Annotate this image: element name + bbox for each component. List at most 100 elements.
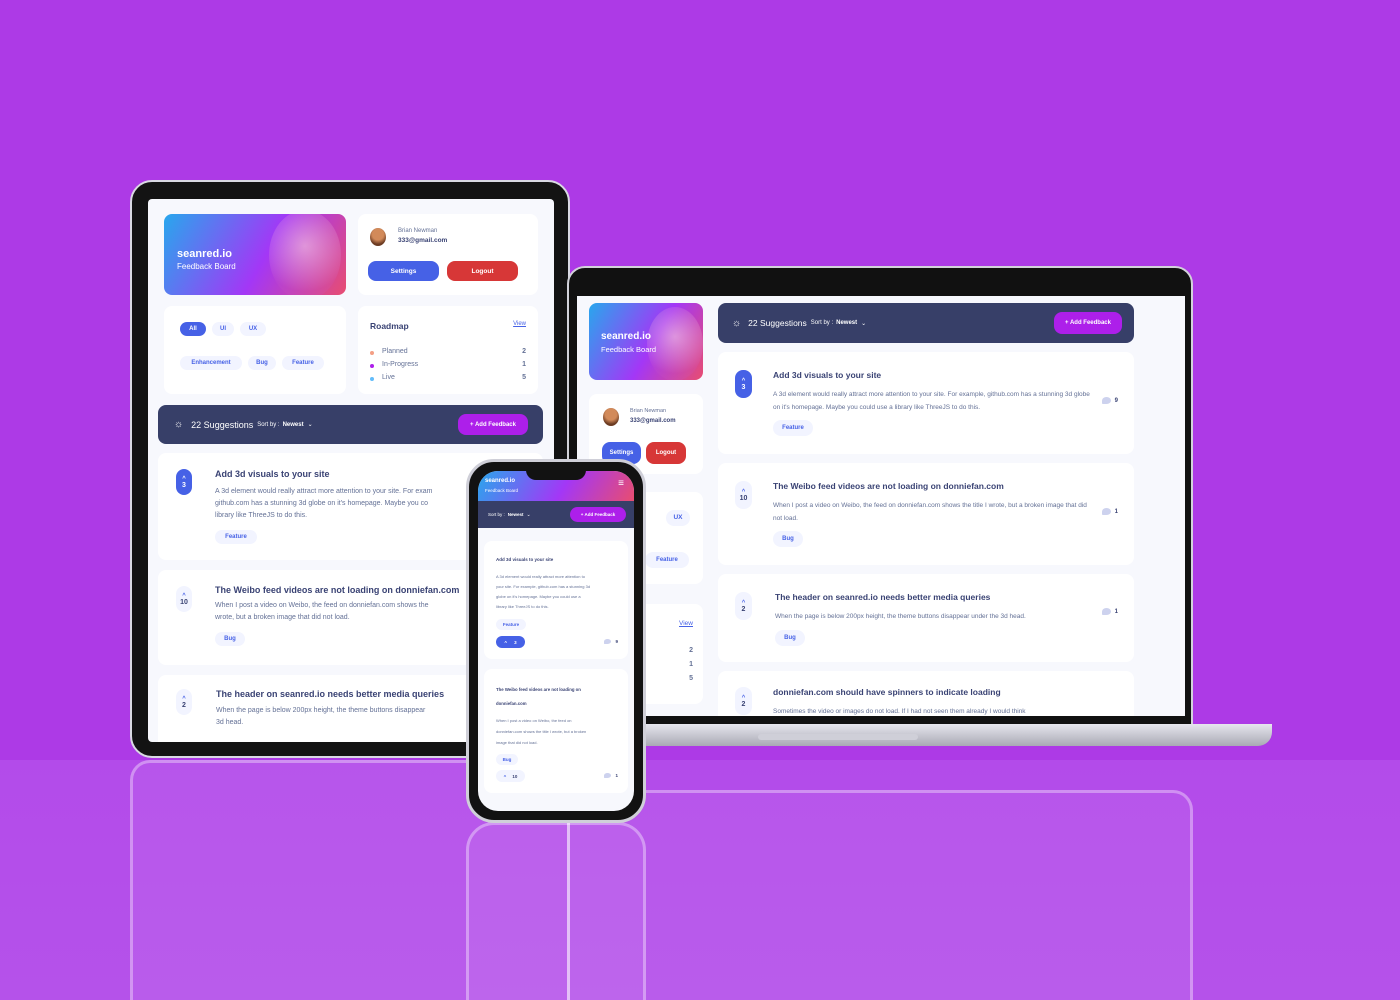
- upvote-button[interactable]: ^ 3: [176, 469, 192, 495]
- feedback-desc: When I post a video on Weibo, the feed o…: [773, 502, 1087, 522]
- feedback-tag[interactable]: Bug: [496, 754, 518, 765]
- filter-feature[interactable]: Feature: [645, 552, 689, 568]
- feedback-title[interactable]: Add 3d visuals to your site: [773, 370, 881, 380]
- sort-dropdown[interactable]: Newest: [836, 320, 857, 326]
- comment-number: 9: [615, 639, 618, 644]
- logout-button[interactable]: Logout: [447, 261, 518, 281]
- feedback-tag[interactable]: Bug: [215, 632, 245, 646]
- feedback-desc: Sometimes the video or images do not loa…: [773, 708, 1026, 715]
- filter-ui[interactable]: UI: [212, 322, 234, 336]
- upvote-button[interactable]: ^ 10: [735, 481, 752, 509]
- roadmap-title: Roadmap: [370, 321, 409, 331]
- filter-enhancement[interactable]: Enhancement: [180, 356, 242, 370]
- upvote-button[interactable]: ^ 3: [496, 636, 525, 648]
- feedback-desc-line: A 3d element would really attract more a…: [496, 574, 585, 579]
- comment-number: 9: [1114, 397, 1118, 404]
- feedback-card[interactable]: ^ 10 The Weibo feed videos are not loadin…: [718, 463, 1134, 565]
- feedback-title[interactable]: The Weibo feed videos are not loading on…: [215, 585, 459, 595]
- settings-button[interactable]: Settings: [368, 261, 439, 281]
- suggestions-count: 22 Suggestions: [748, 318, 807, 328]
- comment-icon: [604, 639, 612, 644]
- feedback-tag[interactable]: Feature: [215, 530, 257, 544]
- user-email: 333@gmail.com: [398, 237, 448, 244]
- roadmap-view-link[interactable]: View: [679, 620, 693, 627]
- feedback-desc: A 3d element would really attract more a…: [773, 391, 1090, 411]
- roadmap-live-count: 5: [522, 374, 526, 381]
- feedback-desc-line: globe on it's homepage. Maybe you could …: [496, 594, 581, 599]
- add-feedback-button[interactable]: + Add Feedback: [458, 414, 528, 435]
- brand-card: seanred.io Feedback Board: [164, 214, 346, 295]
- feedback-tag[interactable]: Bug: [773, 531, 803, 547]
- chevron-down-icon[interactable]: ⌄: [308, 421, 313, 428]
- feedback-desc-line: 3d head.: [216, 719, 244, 726]
- phone-device: seanred.io Feedback Board ≡ Sort by : Ne…: [466, 459, 646, 823]
- feedback-desc-line: donniefan.com shows the title I wrote, b…: [496, 729, 587, 734]
- laptop-reflection: [567, 790, 1193, 1000]
- comment-icon: [1101, 608, 1111, 615]
- vote-count: 2: [741, 700, 746, 708]
- feedback-title[interactable]: Add 3d visuals to your site: [496, 557, 553, 562]
- brand-title: seanred.io: [601, 331, 652, 342]
- hamburger-menu-icon[interactable]: ≡: [618, 479, 624, 489]
- roadmap-planned-label: Planned: [382, 348, 408, 355]
- laptop-base: [568, 724, 1272, 746]
- feedback-tag[interactable]: Feature: [773, 420, 813, 436]
- feedback-title[interactable]: Add 3d visuals to your site: [215, 469, 330, 479]
- feedback-card[interactable]: ^ 2 donniefan.com should have spinners to…: [718, 671, 1134, 716]
- sort-dropdown[interactable]: Newest: [283, 422, 304, 428]
- logout-button[interactable]: Logout: [646, 442, 686, 464]
- filter-bug[interactable]: Bug: [248, 356, 276, 370]
- user-card: Brian Newman 333@gmail.com Settings Logo…: [358, 214, 538, 295]
- feedback-title[interactable]: The Weibo feed videos are not loading on…: [773, 481, 1004, 491]
- lightbulb-icon: ☼: [732, 317, 742, 329]
- chevron-down-icon[interactable]: ⌄: [861, 320, 866, 327]
- sort-dropdown[interactable]: Newest: [508, 512, 524, 517]
- roadmap-planned-count: 2: [689, 647, 693, 654]
- add-feedback-button[interactable]: + Add Feedback: [570, 507, 626, 522]
- laptop-device: seanred.io Feedback Board Brian Newman 3…: [567, 266, 1193, 726]
- laptop-screen: seanred.io Feedback Board Brian Newman 3…: [577, 296, 1185, 716]
- add-feedback-button[interactable]: + Add Feedback: [1054, 312, 1122, 334]
- upvote-button[interactable]: ^ 2: [735, 592, 752, 620]
- floor-reflection: [0, 760, 1400, 1000]
- user-avatar: [603, 408, 619, 426]
- feedback-card[interactable]: ^ 3 Add 3d visuals to your site A 3d elem…: [718, 352, 1134, 454]
- sort-label: Sort by :: [810, 320, 834, 326]
- feedback-desc-line: library like ThreeJS to do this.: [215, 512, 308, 519]
- sort-label: Sort by :: [488, 512, 505, 517]
- filter-ux[interactable]: UX: [240, 322, 266, 336]
- feedback-title[interactable]: The header on seanred.io needs better me…: [775, 592, 990, 602]
- upvote-button[interactable]: ^ 10: [496, 770, 525, 782]
- feedback-title-line[interactable]: The Weibo feed videos are not loading on: [496, 687, 581, 692]
- user-name: Brian Newman: [398, 228, 438, 234]
- feedback-card[interactable]: Add 3d visuals to your site A 3d element…: [484, 541, 628, 659]
- upvote-button[interactable]: ^ 2: [735, 687, 752, 715]
- roadmap-view-link[interactable]: View: [513, 321, 526, 327]
- upvote-button[interactable]: ^ 3: [735, 370, 752, 398]
- feedback-card[interactable]: The Weibo feed videos are not loading on…: [484, 669, 628, 793]
- feedback-desc-line: A 3d element would really attract more a…: [215, 488, 433, 495]
- upvote-button[interactable]: ^ 2: [176, 689, 192, 715]
- phone-reflection: [466, 822, 646, 1000]
- upvote-button[interactable]: ^ 10: [176, 586, 192, 612]
- feedback-tag[interactable]: Bug: [775, 630, 805, 646]
- filter-ux[interactable]: UX: [666, 510, 690, 526]
- feedback-card[interactable]: ^ 2 The header on seanred.io needs better…: [718, 574, 1134, 662]
- chevron-down-icon[interactable]: ⌄: [527, 512, 531, 518]
- feedback-desc-line: When I post a video on Weibo, the feed o…: [496, 718, 572, 723]
- brand-subtitle: Feedback Board: [485, 488, 519, 493]
- laptop-hinge: [758, 734, 918, 740]
- filter-feature[interactable]: Feature: [282, 356, 324, 370]
- feedback-title[interactable]: donniefan.com should have spinners to in…: [773, 687, 1001, 697]
- avatar-illustration: [647, 307, 703, 380]
- feedback-title-line[interactable]: donniefan.com: [496, 701, 527, 706]
- suggestions-toolbar: Sort by : Newest ⌄ + Add Feedback: [478, 501, 634, 528]
- comment-number: 1: [1114, 508, 1118, 515]
- planned-dot: [370, 351, 374, 355]
- feedback-tag[interactable]: Feature: [496, 619, 526, 630]
- brand-subtitle: Feedback Board: [601, 345, 657, 354]
- feedback-title[interactable]: The header on seanred.io needs better me…: [216, 689, 444, 699]
- brand-title: seanred.io: [177, 248, 233, 260]
- brand-subtitle: Feedback Board: [177, 262, 236, 271]
- filter-all[interactable]: All: [180, 322, 206, 336]
